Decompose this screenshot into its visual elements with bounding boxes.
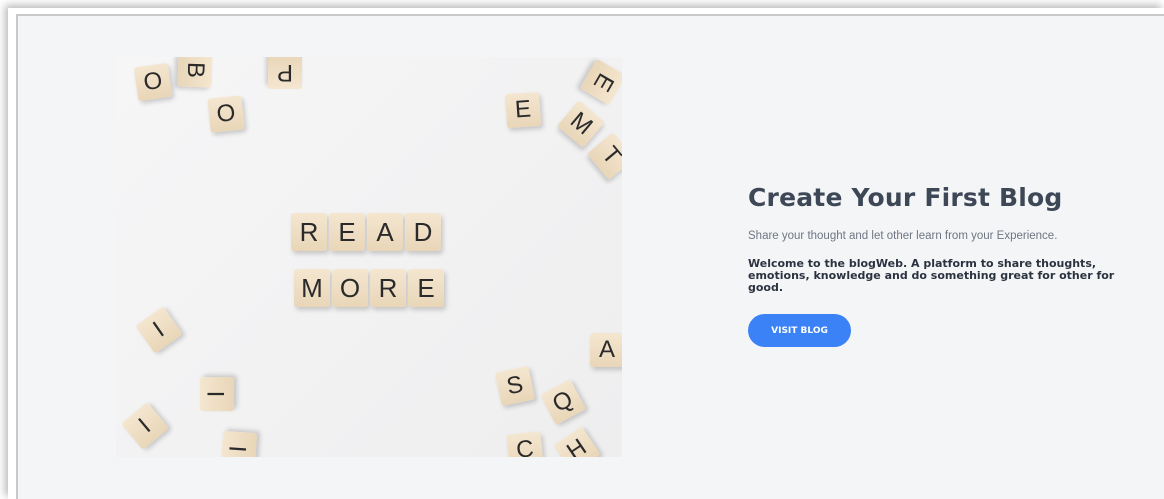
letter-tile: A bbox=[367, 213, 403, 251]
letter-tile: I bbox=[121, 402, 169, 450]
blog-intro: Create Your First Blog Share your though… bbox=[748, 183, 1148, 347]
letter-tile: R bbox=[370, 269, 406, 307]
visit-blog-button[interactable]: VISIT BLOG bbox=[748, 314, 851, 347]
subtitle-text: Share your thought and let other learn f… bbox=[748, 230, 1058, 242]
letter-tile: M bbox=[557, 100, 605, 148]
letter-tile: Q bbox=[540, 379, 586, 425]
letter-tile: O bbox=[207, 95, 245, 133]
letter-tile: O bbox=[332, 269, 368, 307]
letter-tile: O bbox=[133, 62, 173, 102]
letter-tile: S bbox=[494, 365, 536, 407]
letter-tile: I bbox=[220, 430, 258, 457]
letter-tile: E bbox=[408, 269, 444, 307]
letter-tile: B bbox=[177, 57, 213, 88]
letter-tile: E bbox=[504, 91, 542, 129]
letter-tile: P bbox=[268, 57, 302, 89]
letter-tile: A bbox=[590, 333, 622, 367]
hero-image: R E A D M O R E O B P O E E M T I I I A … bbox=[116, 57, 622, 457]
welcome-text: Welcome to the blogWeb. A platform to sh… bbox=[748, 257, 1115, 294]
letter-tile: H bbox=[553, 426, 601, 457]
letter-tile: E bbox=[329, 213, 365, 251]
letter-tile: R bbox=[291, 213, 327, 251]
letter-tile: I bbox=[135, 306, 183, 354]
letter-tile: C bbox=[506, 431, 544, 457]
letter-tile: E bbox=[579, 58, 622, 106]
letter-tile: M bbox=[294, 269, 330, 307]
letter-tile: I bbox=[200, 377, 234, 411]
page-title: Create Your First Blog bbox=[748, 183, 1063, 212]
letter-tile: D bbox=[405, 213, 441, 251]
letter-tile: T bbox=[587, 132, 622, 180]
